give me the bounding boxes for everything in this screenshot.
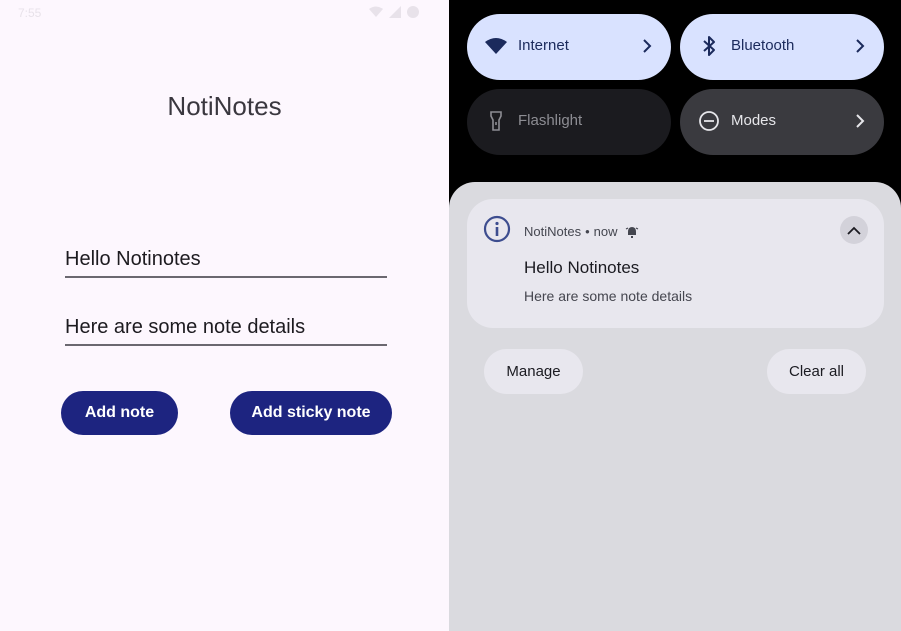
note-details-field[interactable]: Here are some note details <box>65 316 387 346</box>
note-title-field[interactable]: Hello Notinotes <box>65 248 387 278</box>
notification-time: now <box>593 224 618 239</box>
wifi-icon <box>485 38 507 54</box>
alert-bell-icon <box>625 226 638 238</box>
modes-tile[interactable]: Modes <box>680 89 884 155</box>
chevron-right-icon <box>856 39 865 53</box>
app-screen: 7:55 NotiNotes Hello Notinotes Here are … <box>0 0 449 631</box>
internet-tile[interactable]: Internet <box>467 14 671 80</box>
manage-button[interactable]: Manage <box>484 349 583 394</box>
status-icons <box>369 6 419 18</box>
flashlight-tile[interactable]: Flashlight <box>467 89 671 155</box>
notification-app-name: NotiNotes <box>524 224 582 239</box>
battery-status-icon <box>407 6 419 18</box>
modes-tile-label: Modes <box>731 112 777 129</box>
notification-header: NotiNotes • now <box>524 224 639 239</box>
chevron-right-icon <box>856 114 865 128</box>
chevron-right-icon <box>643 39 652 53</box>
notification-card[interactable]: NotiNotes • now Hello Notinotes Here are… <box>467 199 884 328</box>
notification-collapse-button[interactable] <box>840 216 868 244</box>
internet-tile-label: Internet <box>518 37 569 54</box>
status-bar: 7:55 <box>0 0 449 26</box>
note-title-value: Hello Notinotes <box>65 248 201 270</box>
notification-separator: • <box>585 224 590 239</box>
notification-title: Hello Notinotes <box>524 258 640 277</box>
notification-shade: NotiNotes • now Hello Notinotes Here are… <box>449 182 901 631</box>
bluetooth-icon <box>703 36 715 56</box>
note-title-underline <box>65 276 387 278</box>
add-note-button[interactable]: Add note <box>61 391 178 435</box>
clear-all-button[interactable]: Clear all <box>767 349 866 394</box>
info-icon <box>483 215 511 243</box>
flashlight-tile-label: Flashlight <box>518 112 583 129</box>
notification-shade-panel: Internet Bluetooth Flashlight Modes Noti… <box>449 0 901 631</box>
note-details-value: Here are some note details <box>65 316 306 338</box>
wifi-status-icon <box>369 6 383 17</box>
signal-status-icon <box>389 6 401 18</box>
note-details-underline <box>65 344 387 346</box>
bluetooth-tile[interactable]: Bluetooth <box>680 14 884 80</box>
chevron-up-icon <box>847 226 861 235</box>
status-time: 7:55 <box>18 6 42 20</box>
modes-icon <box>699 111 719 131</box>
add-sticky-note-button[interactable]: Add sticky note <box>230 391 392 435</box>
bluetooth-tile-label: Bluetooth <box>731 37 795 54</box>
app-title: NotiNotes <box>167 91 282 121</box>
notification-body: Here are some note details <box>524 288 693 304</box>
flashlight-icon <box>490 111 502 131</box>
